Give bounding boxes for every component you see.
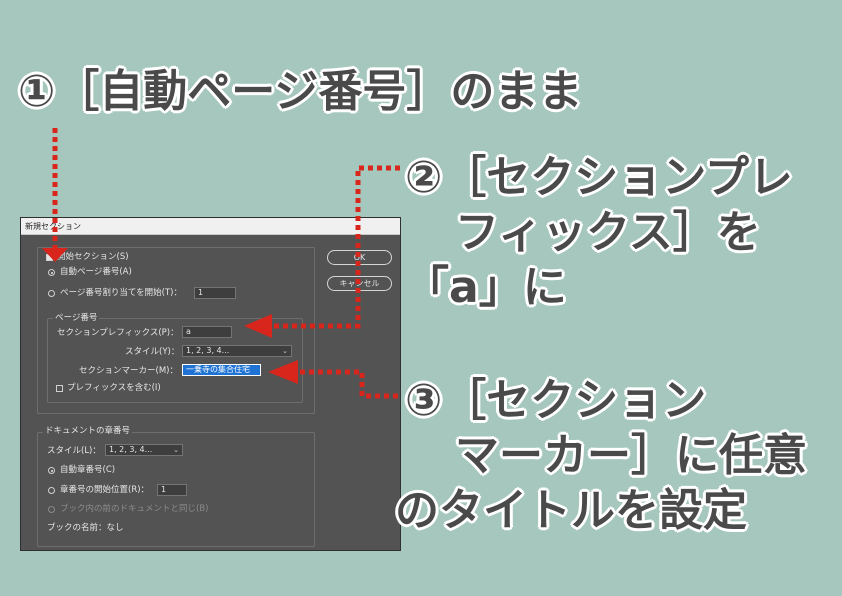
- arrow-3-head: [268, 360, 298, 384]
- arrow-3-line: [296, 369, 398, 399]
- arrow-2-head: [244, 314, 272, 338]
- arrow-2-line: [272, 165, 400, 329]
- arrow-1-head: [42, 248, 68, 262]
- annotation-arrows: [42, 128, 400, 399]
